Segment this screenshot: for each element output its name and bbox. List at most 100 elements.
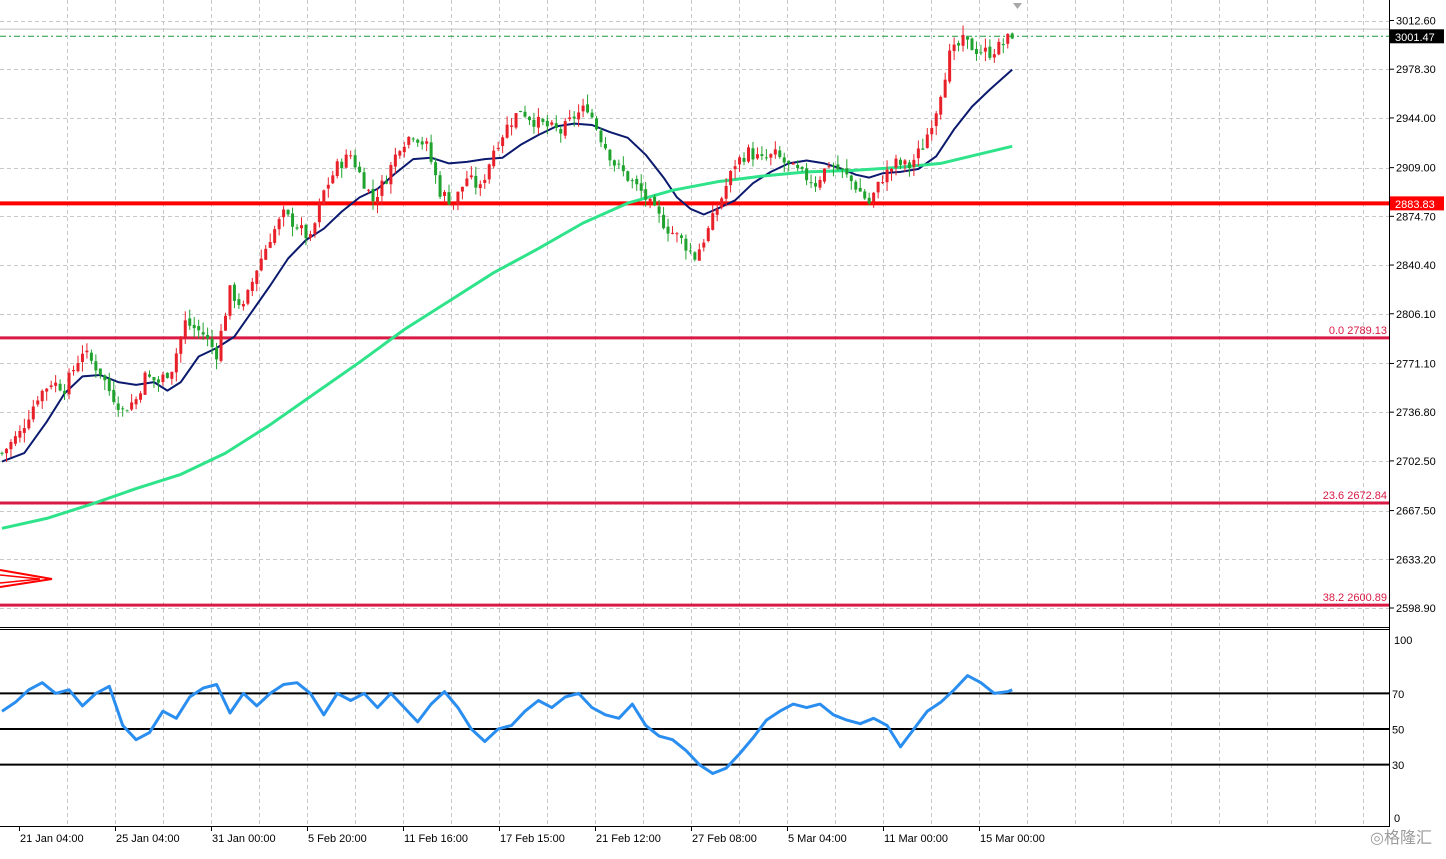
- level-label: 23.6 2672.84: [1323, 490, 1387, 502]
- candle-body: [532, 119, 536, 127]
- price-axis-label: 2633.20: [1396, 554, 1436, 566]
- candle-body: [720, 198, 724, 208]
- candle-body: [769, 154, 773, 158]
- candle-body: [519, 110, 523, 113]
- candle-body: [474, 175, 478, 188]
- candle-body: [952, 44, 956, 52]
- candle-body: [755, 154, 759, 159]
- candle-body: [1010, 33, 1014, 39]
- candle-body: [375, 196, 379, 204]
- candle-body: [510, 125, 514, 127]
- candle-body: [268, 241, 272, 248]
- candle-body: [827, 166, 831, 168]
- candle-body: [590, 112, 594, 118]
- candle-body: [286, 209, 290, 215]
- candle-body: [863, 191, 867, 199]
- candle-body: [9, 441, 13, 450]
- candle-body: [407, 136, 411, 145]
- candle-body: [425, 141, 429, 144]
- time-axis-label: 21 Feb 12:00: [596, 833, 661, 845]
- price-axis-label: 2978.30: [1396, 64, 1436, 76]
- candle-body: [103, 375, 107, 381]
- price-axis-label: 2840.40: [1396, 260, 1436, 272]
- price-axis-label: 2702.50: [1396, 456, 1436, 468]
- candle-body: [89, 352, 93, 361]
- candle-body: [898, 159, 902, 165]
- candle-body: [572, 116, 576, 119]
- candle-body: [250, 281, 254, 291]
- candle-body: [322, 190, 326, 205]
- trading-chart[interactable]: 2883.83 0.0 2789.13 23.6 2672.84 38.2 2600.…: [0, 0, 1446, 854]
- candle-body: [1001, 44, 1005, 46]
- candle-body: [456, 191, 460, 206]
- candle-body: [134, 399, 138, 405]
- candle-body: [527, 116, 531, 121]
- candle-body: [192, 324, 196, 329]
- candle-body: [299, 225, 303, 229]
- candle-body: [653, 196, 657, 206]
- candle: [228, 284, 232, 320]
- candle-body: [40, 390, 44, 402]
- candle-body: [179, 337, 183, 354]
- candle-body: [881, 182, 885, 184]
- candle-body: [890, 168, 894, 172]
- candle-body: [885, 169, 889, 183]
- candle-body: [809, 182, 813, 184]
- candle-body: [872, 192, 876, 202]
- candle-body: [264, 248, 268, 260]
- candle-body: [451, 204, 455, 206]
- candle-body: [344, 154, 348, 168]
- candle-body: [188, 318, 192, 326]
- time-axis-label: 17 Feb 15:00: [500, 833, 565, 845]
- candle-body: [845, 168, 849, 175]
- candle-body: [76, 363, 80, 372]
- time-axis-label: 5 Mar 04:00: [788, 833, 847, 845]
- candle-body: [635, 178, 639, 185]
- candle-body: [545, 120, 549, 127]
- candle-body: [733, 166, 737, 170]
- candle-body: [210, 338, 214, 348]
- candle: [706, 225, 710, 243]
- candle: [165, 372, 169, 379]
- candle-body: [282, 209, 286, 218]
- candle: [143, 371, 147, 395]
- candle: [335, 158, 339, 179]
- price-axis-label: 2806.10: [1396, 309, 1436, 321]
- candle-body: [371, 189, 375, 202]
- oscillator-axis-label: 100: [1394, 635, 1412, 647]
- candle-body: [45, 388, 49, 392]
- candle-body: [706, 228, 710, 241]
- candle-body: [818, 180, 822, 188]
- candle-body: [358, 166, 362, 173]
- time-axis-label: 11 Feb 16:00: [404, 833, 468, 845]
- candle-body: [49, 385, 53, 388]
- candle-body: [599, 130, 603, 143]
- candle-body: [219, 330, 223, 361]
- candle-body: [483, 179, 487, 183]
- candle-body: [805, 168, 809, 181]
- candle-body: [85, 350, 89, 353]
- candle-body: [626, 171, 630, 181]
- candle-body: [438, 175, 442, 197]
- candle-body: [148, 374, 152, 377]
- candle: [438, 170, 442, 200]
- candle-body: [858, 187, 862, 192]
- candle-body: [948, 50, 952, 82]
- candle-body: [139, 393, 143, 400]
- candle-body: [675, 233, 679, 235]
- candle-body: [983, 47, 987, 52]
- oscillator-level-label: 70: [1392, 689, 1404, 701]
- candle-body: [447, 192, 451, 205]
- candle-body: [304, 224, 308, 239]
- chart-canvas[interactable]: 2883.83 0.0 2789.13 23.6 2672.84 38.2 2600.…: [0, 0, 1446, 854]
- candle-body: [143, 372, 147, 395]
- candle-body: [18, 430, 22, 438]
- candle-body: [80, 353, 84, 362]
- level-price-tag: 2883.83: [1390, 196, 1444, 211]
- price-axis-label: 3012.60: [1396, 16, 1436, 28]
- candle-body: [715, 209, 719, 215]
- candle-body: [501, 137, 505, 147]
- candle-body: [693, 252, 697, 260]
- candle-body: [228, 285, 232, 316]
- candle-body: [577, 112, 581, 120]
